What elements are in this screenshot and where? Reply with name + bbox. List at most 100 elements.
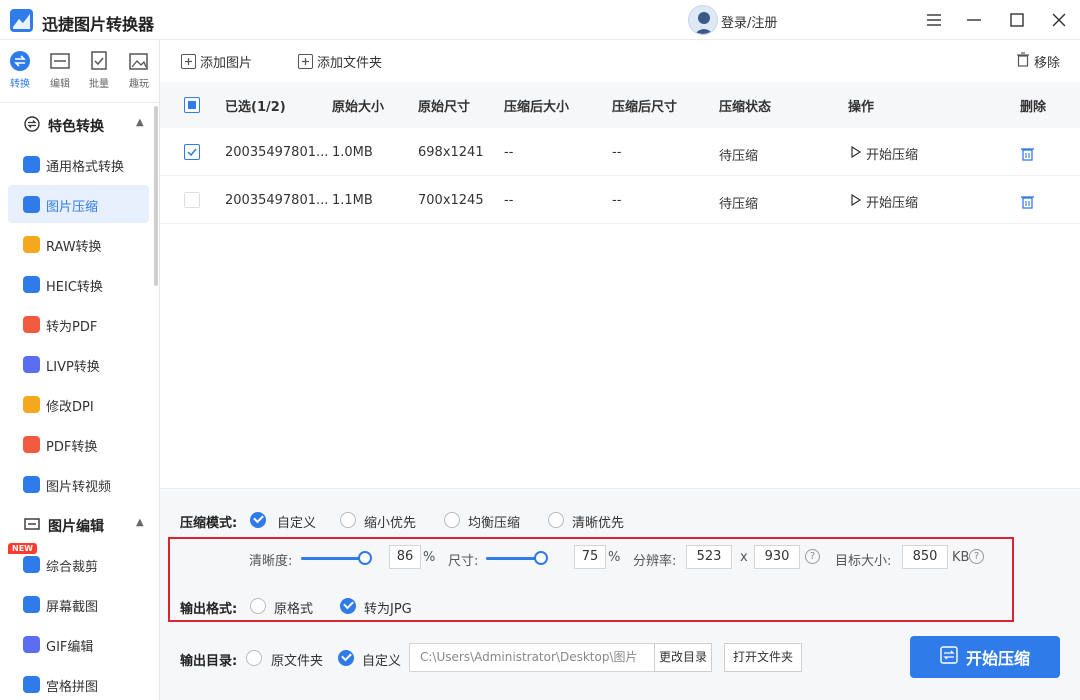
screenshot-icon xyxy=(23,596,40,613)
add-image-label: 添加图片 xyxy=(200,56,253,71)
orig-size: 1.0MB xyxy=(332,145,373,160)
sidebar-item-pdf-convert[interactable]: PDF转换 xyxy=(8,425,149,463)
mode-label: 清晰优先 xyxy=(572,516,625,531)
mode-custom-radio[interactable] xyxy=(250,512,266,528)
output-original-radio[interactable] xyxy=(246,650,262,666)
row-checkbox[interactable] xyxy=(184,144,200,160)
add-folder-button[interactable]: 添加文件夹 xyxy=(298,52,382,71)
app-window: 迅捷图片转换器 登录/注册 转换 编辑 批量 趣玩 特色转换 ▲ 通用格式转换 … xyxy=(0,0,1080,700)
clarity-slider-track[interactable] xyxy=(301,557,365,560)
sidebar-item-image-to-video[interactable]: 图片转视频 xyxy=(8,465,149,503)
status-text: 待压缩 xyxy=(719,197,759,212)
sidebar-item-livp[interactable]: LIVP转换 xyxy=(8,345,149,383)
select-all-checkbox[interactable] xyxy=(184,97,200,113)
sidebar-item-raw[interactable]: RAW转换 xyxy=(8,225,149,263)
table-row[interactable]: 20035497801... 1.0MB 698x1241 -- -- 待压缩 … xyxy=(160,128,1080,176)
output-label: 原文件夹 xyxy=(271,654,324,669)
resolution-width-input[interactable]: 523 xyxy=(686,545,732,569)
sidebar-item-dpi[interactable]: 修改DPI xyxy=(8,385,149,423)
sidebar-item-label: 屏幕截图 xyxy=(46,600,99,615)
output-path-field[interactable]: C:\Users\Administrator\Desktop\图片 xyxy=(409,643,655,672)
start-compress-link[interactable]: 开始压缩 xyxy=(851,192,918,211)
start-compress-link[interactable]: 开始压缩 xyxy=(851,144,918,163)
row-checkbox[interactable] xyxy=(184,192,200,208)
format-jpg-radio[interactable] xyxy=(340,598,356,614)
sidebar-item-general-format[interactable]: 通用格式转换 xyxy=(8,145,149,183)
clarity-input[interactable]: 86 xyxy=(389,545,421,569)
size-input[interactable]: 75 xyxy=(574,545,606,569)
open-folder-button[interactable]: 打开文件夹 xyxy=(724,643,802,672)
heic-icon xyxy=(23,276,40,293)
minimize-icon[interactable] xyxy=(961,8,987,32)
sidebar-item-grid-puzzle[interactable]: 宫格拼图 xyxy=(8,665,149,700)
top-nav-edit[interactable]: 编辑 xyxy=(40,51,80,90)
sidebar-item-label: HEIC转换 xyxy=(46,280,103,295)
top-nav-batch[interactable]: 批量 xyxy=(79,51,119,90)
sidebar-item-gif[interactable]: GIF编辑 xyxy=(8,625,149,663)
image-edit-icon xyxy=(24,516,40,532)
sidebar-item-screenshot[interactable]: 屏幕截图 xyxy=(8,585,149,623)
column-delete: 删除 xyxy=(1020,100,1047,115)
orig-dim: 698x1241 xyxy=(418,145,484,160)
resolution-help-icon[interactable]: ? xyxy=(805,549,820,564)
login-register-link[interactable]: 登录/注册 xyxy=(721,12,777,31)
sidebar-item-image-compress[interactable]: 图片压缩 xyxy=(8,185,149,223)
delete-row-icon[interactable] xyxy=(1020,146,1035,165)
compress-mode-label: 压缩模式: xyxy=(180,516,238,531)
size-slider-thumb[interactable] xyxy=(534,551,548,565)
mode-label: 均衡压缩 xyxy=(468,516,521,531)
mode-balance-radio[interactable] xyxy=(444,512,460,528)
start-compress-label: 开始压缩 xyxy=(965,649,1030,668)
column-action: 操作 xyxy=(848,100,875,115)
group-image-edit[interactable]: 图片编辑 ▲ xyxy=(0,504,155,544)
top-nav-convert[interactable]: 转换 xyxy=(0,51,40,90)
batch-icon xyxy=(89,51,109,71)
image-to-video-icon xyxy=(23,476,40,493)
livp-icon xyxy=(23,356,40,373)
target-size-unit: KB xyxy=(952,550,970,565)
format-original-radio[interactable] xyxy=(250,598,266,614)
sidebar-item-heic[interactable]: HEIC转换 xyxy=(8,265,149,303)
gif-icon xyxy=(23,636,40,653)
top-nav-label: 编辑 xyxy=(50,79,70,90)
group-feature-convert[interactable]: 特色转换 ▲ xyxy=(0,104,155,144)
output-format-label: 输出格式: xyxy=(180,602,238,617)
sidebar-item-label: 综合裁剪 xyxy=(46,560,99,575)
remove-button[interactable]: 移除 xyxy=(1016,52,1060,71)
clarity-label: 清晰度: xyxy=(249,554,293,569)
mode-clarity-radio[interactable] xyxy=(548,512,564,528)
delete-row-icon[interactable] xyxy=(1020,194,1035,213)
top-nav-label: 批量 xyxy=(89,79,109,90)
orig-dim: 700x1245 xyxy=(418,193,484,208)
add-image-button[interactable]: 添加图片 xyxy=(181,52,252,71)
resolution-label: 分辨率: xyxy=(633,554,677,569)
sidebar-item-to-pdf[interactable]: 转为PDF xyxy=(8,305,149,343)
sidebar-divider xyxy=(0,102,159,103)
target-size-input[interactable]: 850 xyxy=(902,545,948,569)
top-nav-fun[interactable]: 趣玩 xyxy=(119,51,159,90)
resolution-height-input[interactable]: 930 xyxy=(754,545,800,569)
target-help-icon[interactable]: ? xyxy=(969,549,984,564)
output-custom-radio[interactable] xyxy=(338,650,354,666)
sidebar-scrollbar[interactable] xyxy=(154,106,158,286)
feature-convert-icon xyxy=(24,116,40,132)
clarity-slider-thumb[interactable] xyxy=(358,551,372,565)
maximize-icon[interactable] xyxy=(1004,8,1030,32)
user-avatar-icon[interactable] xyxy=(688,5,718,35)
mode-shrink-radio[interactable] xyxy=(340,512,356,528)
comp-size: -- xyxy=(504,193,514,208)
sidebar-item-label: GIF编辑 xyxy=(46,640,94,655)
sidebar-item-label: 图片压缩 xyxy=(46,200,99,215)
table-row[interactable]: 20035497801... 1.1MB 700x1245 -- -- 待压缩 … xyxy=(160,176,1080,224)
change-dir-button[interactable]: 更改目录 xyxy=(654,643,712,672)
menu-icon[interactable] xyxy=(921,8,947,32)
group-label: 特色转换 xyxy=(48,119,104,135)
size-slider-track[interactable] xyxy=(486,557,541,560)
add-image-icon xyxy=(181,54,196,69)
comp-dim: -- xyxy=(612,193,622,208)
top-nav-label: 转换 xyxy=(10,79,30,90)
fun-icon xyxy=(129,51,149,71)
start-compress-button[interactable]: 开始压缩 xyxy=(910,636,1060,678)
image-compress-icon xyxy=(23,196,40,213)
close-icon[interactable] xyxy=(1046,8,1072,32)
